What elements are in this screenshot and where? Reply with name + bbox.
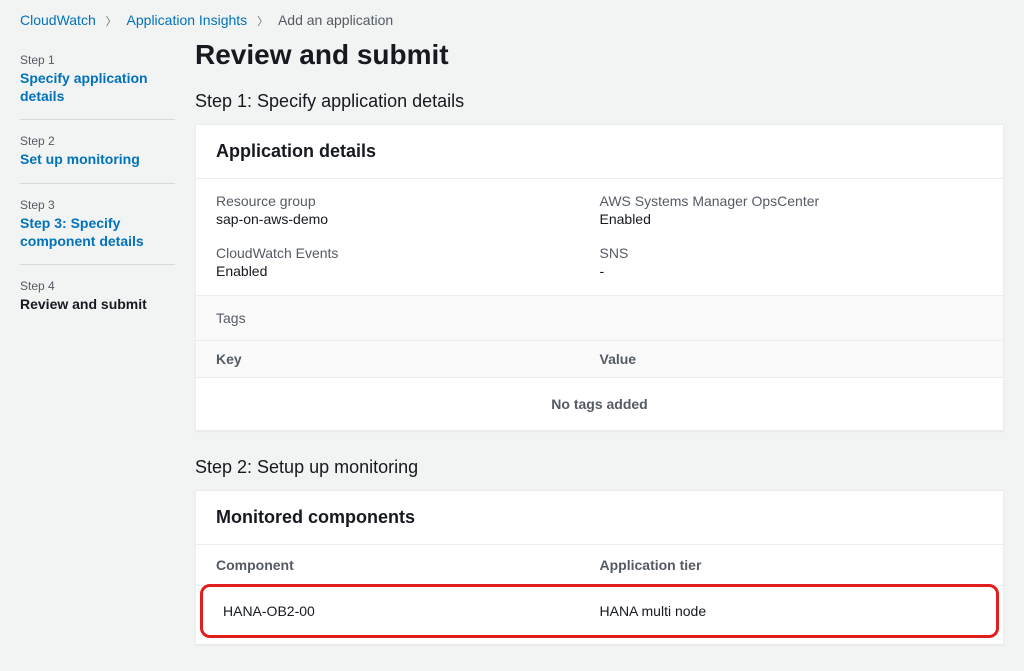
chevron-right-icon: 〉 — [106, 16, 117, 28]
detail-value: - — [600, 263, 984, 279]
tags-table-header: Key Value — [196, 341, 1003, 378]
step-num: Step 1 — [20, 53, 175, 67]
tags-key-header: Key — [216, 351, 600, 367]
component-cell: HANA-OB2-00 — [223, 603, 600, 619]
breadcrumb-current: Add an application — [278, 12, 393, 28]
page-title: Review and submit — [195, 39, 1004, 71]
step-title: Specify application details — [20, 69, 175, 105]
tier-cell: HANA multi node — [600, 603, 977, 619]
step-title: Set up monitoring — [20, 150, 175, 168]
step-num: Step 4 — [20, 279, 175, 293]
highlight-annotation: HANA-OB2-00 HANA multi node — [200, 584, 999, 638]
detail-value: Enabled — [600, 211, 984, 227]
step-title: Step 3: Specify component details — [20, 214, 175, 250]
panel-header: Monitored components — [196, 491, 1003, 545]
step-title: Review and submit — [20, 295, 175, 313]
wizard-steps-sidebar: Step 1 Specify application details Step … — [20, 37, 195, 671]
step1-section-title: Step 1: Specify application details — [195, 91, 1004, 112]
step-nav-4: Step 4 Review and submit — [20, 279, 175, 327]
tags-label: Tags — [196, 295, 1003, 341]
detail-label: CloudWatch Events — [216, 245, 600, 261]
chevron-right-icon: 〉 — [257, 16, 268, 28]
step-nav-1[interactable]: Step 1 Specify application details — [20, 53, 175, 120]
breadcrumb: CloudWatch 〉 Application Insights 〉 Add … — [0, 0, 1024, 37]
components-table-header: Component Application tier — [196, 545, 1003, 586]
step-nav-3[interactable]: Step 3 Step 3: Specify component details — [20, 198, 175, 265]
main-content: Review and submit Step 1: Specify applic… — [195, 37, 1004, 671]
opscenter-field: AWS Systems Manager OpsCenter Enabled — [600, 193, 984, 227]
tier-col-header: Application tier — [600, 557, 984, 573]
step-nav-2[interactable]: Step 2 Set up monitoring — [20, 134, 175, 183]
cloudwatch-events-field: CloudWatch Events Enabled — [216, 245, 600, 279]
detail-label: SNS — [600, 245, 984, 261]
step-num: Step 2 — [20, 134, 175, 148]
step2-section-title: Step 2: Setup up monitoring — [195, 457, 1004, 478]
tags-value-header: Value — [600, 351, 984, 367]
step-num: Step 3 — [20, 198, 175, 212]
detail-value: Enabled — [216, 263, 600, 279]
detail-value: sap-on-aws-demo — [216, 211, 600, 227]
table-row: HANA-OB2-00 HANA multi node — [203, 587, 996, 635]
application-details-panel: Application details Resource group sap-o… — [195, 124, 1004, 431]
tags-empty: No tags added — [196, 378, 1003, 430]
breadcrumb-cloudwatch[interactable]: CloudWatch — [20, 12, 96, 28]
sns-field: SNS - — [600, 245, 984, 279]
detail-label: AWS Systems Manager OpsCenter — [600, 193, 984, 209]
resource-group-field: Resource group sap-on-aws-demo — [216, 193, 600, 227]
component-col-header: Component — [216, 557, 600, 573]
breadcrumb-app-insights[interactable]: Application Insights — [127, 12, 248, 28]
detail-label: Resource group — [216, 193, 600, 209]
panel-header: Application details — [196, 125, 1003, 179]
monitored-components-panel: Monitored components Component Applicati… — [195, 490, 1004, 645]
